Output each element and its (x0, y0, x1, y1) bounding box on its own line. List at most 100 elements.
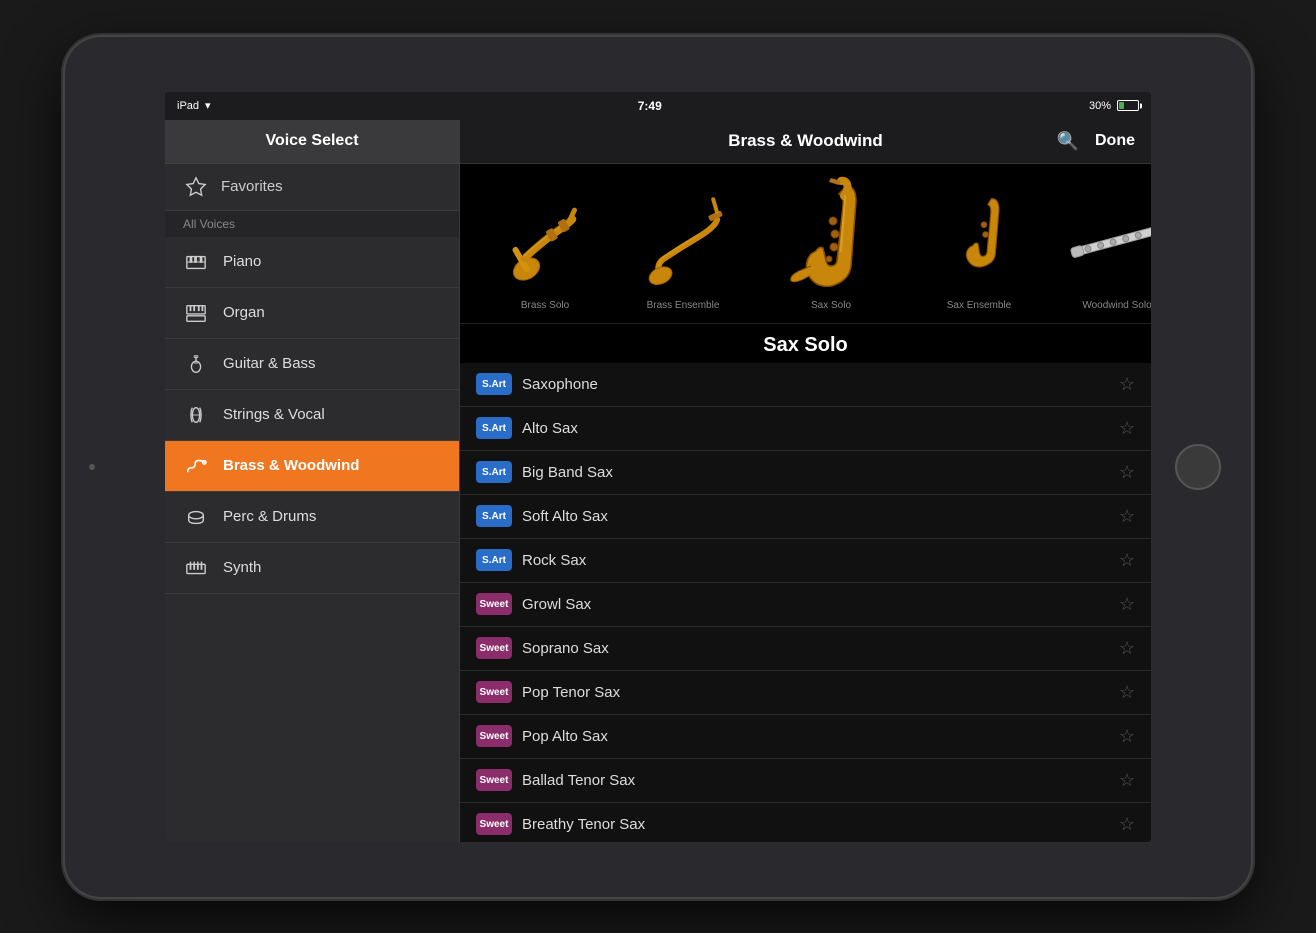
brass-icon (183, 453, 209, 479)
perc-icon (183, 504, 209, 530)
category-sax-ensemble[interactable]: Sax Ensemble (914, 186, 1044, 315)
category-brass-solo[interactable]: Brass Solo (480, 186, 610, 315)
voice-badge: S.Art (476, 417, 512, 439)
ipad-label: iPad (177, 100, 199, 112)
favorite-star[interactable]: ☆ (1119, 418, 1135, 439)
voice-row[interactable]: Sweet Ballad Tenor Sax ☆ (460, 759, 1151, 803)
search-icon[interactable]: 🔍 (1057, 131, 1079, 152)
voice-row[interactable]: S.Art Saxophone ☆ (460, 363, 1151, 407)
voice-name: Pop Alto Sax (522, 728, 1109, 745)
right-panel: Brass & Woodwind 🔍 Done (460, 120, 1151, 842)
voice-row[interactable]: SweetPop Tenor Sax☆ (460, 671, 1151, 715)
guitar-icon (183, 351, 209, 377)
piano-label: Piano (223, 253, 261, 270)
sidebar-title: Voice Select (265, 132, 358, 150)
strings-label: Strings & Vocal (223, 406, 325, 423)
perc-label: Perc & Drums (223, 508, 316, 525)
voice-row[interactable]: Sweet Growl Sax ☆ (460, 583, 1151, 627)
voice-name: Saxophone (522, 376, 1109, 393)
voice-name: Alto Sax (522, 420, 1109, 437)
category-sax-solo[interactable]: Sax Solo (756, 176, 906, 315)
panel-header: Brass & Woodwind 🔍 Done (460, 120, 1151, 164)
voice-list: S.ArtSaxophone☆S.ArtAlto Sax☆S.ArtBig Ba… (460, 363, 1151, 842)
voice-row[interactable]: S.Art Alto Sax ☆ (460, 407, 1151, 451)
synth-label: Synth (223, 559, 261, 576)
sidebar-item-favorites[interactable]: Favorites (165, 164, 459, 211)
voice-badge: Sweet (476, 593, 512, 615)
wifi-icon: ▾ (205, 99, 211, 112)
category-scroll[interactable]: Brass Solo (460, 164, 1151, 324)
voice-name: Soprano Sax (522, 640, 1109, 657)
voice-row[interactable]: S.ArtSoft Alto Sax☆ (460, 495, 1151, 539)
voice-name: Growl Sax (522, 596, 1109, 613)
guitar-label: Guitar & Bass (223, 355, 316, 372)
favorite-star[interactable]: ☆ (1119, 374, 1135, 395)
favorite-star[interactable]: ☆ (1119, 506, 1135, 527)
voice-badge: S.Art (476, 461, 512, 483)
favorites-icon (183, 174, 209, 200)
sidebar-item-guitar[interactable]: Guitar & Bass (165, 339, 459, 390)
battery-icon (1117, 100, 1139, 111)
sax-ensemble-name: Sax Ensemble (947, 300, 1011, 315)
sidebar: Voice Select Favorites All Voices Piano (165, 120, 460, 842)
favorite-star[interactable]: ☆ (1119, 814, 1135, 835)
favorite-star[interactable]: ☆ (1119, 550, 1135, 571)
done-button[interactable]: Done (1095, 132, 1135, 150)
favorite-star[interactable]: ☆ (1119, 594, 1135, 615)
voice-badge: Sweet (476, 813, 512, 835)
brass-ensemble-img (623, 186, 743, 296)
favorite-star[interactable]: ☆ (1119, 682, 1135, 703)
brass-solo-name: Brass Solo (521, 300, 569, 315)
brass-label: Brass & Woodwind (223, 457, 359, 474)
voice-name: Ballad Tenor Sax (522, 772, 1109, 789)
voice-name: Rock Sax (522, 552, 1109, 569)
voice-row[interactable]: S.ArtBig Band Sax☆ (460, 451, 1151, 495)
voice-row[interactable]: SweetSoprano Sax☆ (460, 627, 1151, 671)
sax-solo-img (761, 176, 901, 296)
sidebar-item-perc[interactable]: Perc & Drums (165, 492, 459, 543)
favorite-star[interactable]: ☆ (1119, 770, 1135, 791)
favorite-star[interactable]: ☆ (1119, 638, 1135, 659)
panel-title: Brass & Woodwind (728, 131, 883, 151)
organ-icon (183, 300, 209, 326)
brass-ensemble-name: Brass Ensemble (647, 300, 720, 315)
home-button[interactable] (1175, 444, 1221, 490)
battery-fill (1119, 102, 1124, 109)
favorites-label: Favorites (221, 178, 283, 195)
sidebar-item-brass[interactable]: Brass & Woodwind (165, 441, 459, 492)
voice-badge: Sweet (476, 725, 512, 747)
ipad-screen: iPad ▾ 7:49 30% Voice Select (165, 92, 1151, 842)
main-content: Voice Select Favorites All Voices Piano (165, 120, 1151, 842)
voice-row[interactable]: Sweet Breathy Tenor Sax ☆ (460, 803, 1151, 842)
voice-badge: Sweet (476, 681, 512, 703)
status-time: 7:49 (638, 99, 662, 113)
status-left: iPad ▾ (177, 99, 211, 112)
battery-pct: 30% (1089, 100, 1111, 112)
sax-ensemble-img (919, 186, 1039, 296)
favorite-star[interactable]: ☆ (1119, 462, 1135, 483)
voice-badge: Sweet (476, 769, 512, 791)
all-voices-label: All Voices (165, 211, 459, 237)
voice-badge: S.Art (476, 373, 512, 395)
organ-label: Organ (223, 304, 265, 321)
status-right: 30% (1089, 100, 1139, 112)
voice-badge: S.Art (476, 549, 512, 571)
voice-row[interactable]: S.Art Rock Sax ☆ (460, 539, 1151, 583)
brass-solo-img (485, 186, 605, 296)
piano-icon (183, 249, 209, 275)
voice-name: Breathy Tenor Sax (522, 816, 1109, 833)
favorite-star[interactable]: ☆ (1119, 726, 1135, 747)
category-woodwind-solo[interactable]: Woodwind Solo (1052, 186, 1151, 315)
panel-header-right: 🔍 Done (1057, 131, 1135, 152)
voice-row[interactable]: Sweet Pop Alto Sax ☆ (460, 715, 1151, 759)
sax-solo-name: Sax Solo (811, 300, 851, 315)
category-brass-ensemble[interactable]: Brass Ensemble (618, 186, 748, 315)
side-button (89, 464, 95, 470)
sidebar-item-piano[interactable]: Piano (165, 237, 459, 288)
woodwind-solo-img (1057, 186, 1151, 296)
sidebar-item-organ[interactable]: Organ (165, 288, 459, 339)
sidebar-header: Voice Select (165, 120, 459, 164)
sidebar-item-strings[interactable]: Strings & Vocal (165, 390, 459, 441)
synth-icon (183, 555, 209, 581)
sidebar-item-synth[interactable]: Synth (165, 543, 459, 594)
